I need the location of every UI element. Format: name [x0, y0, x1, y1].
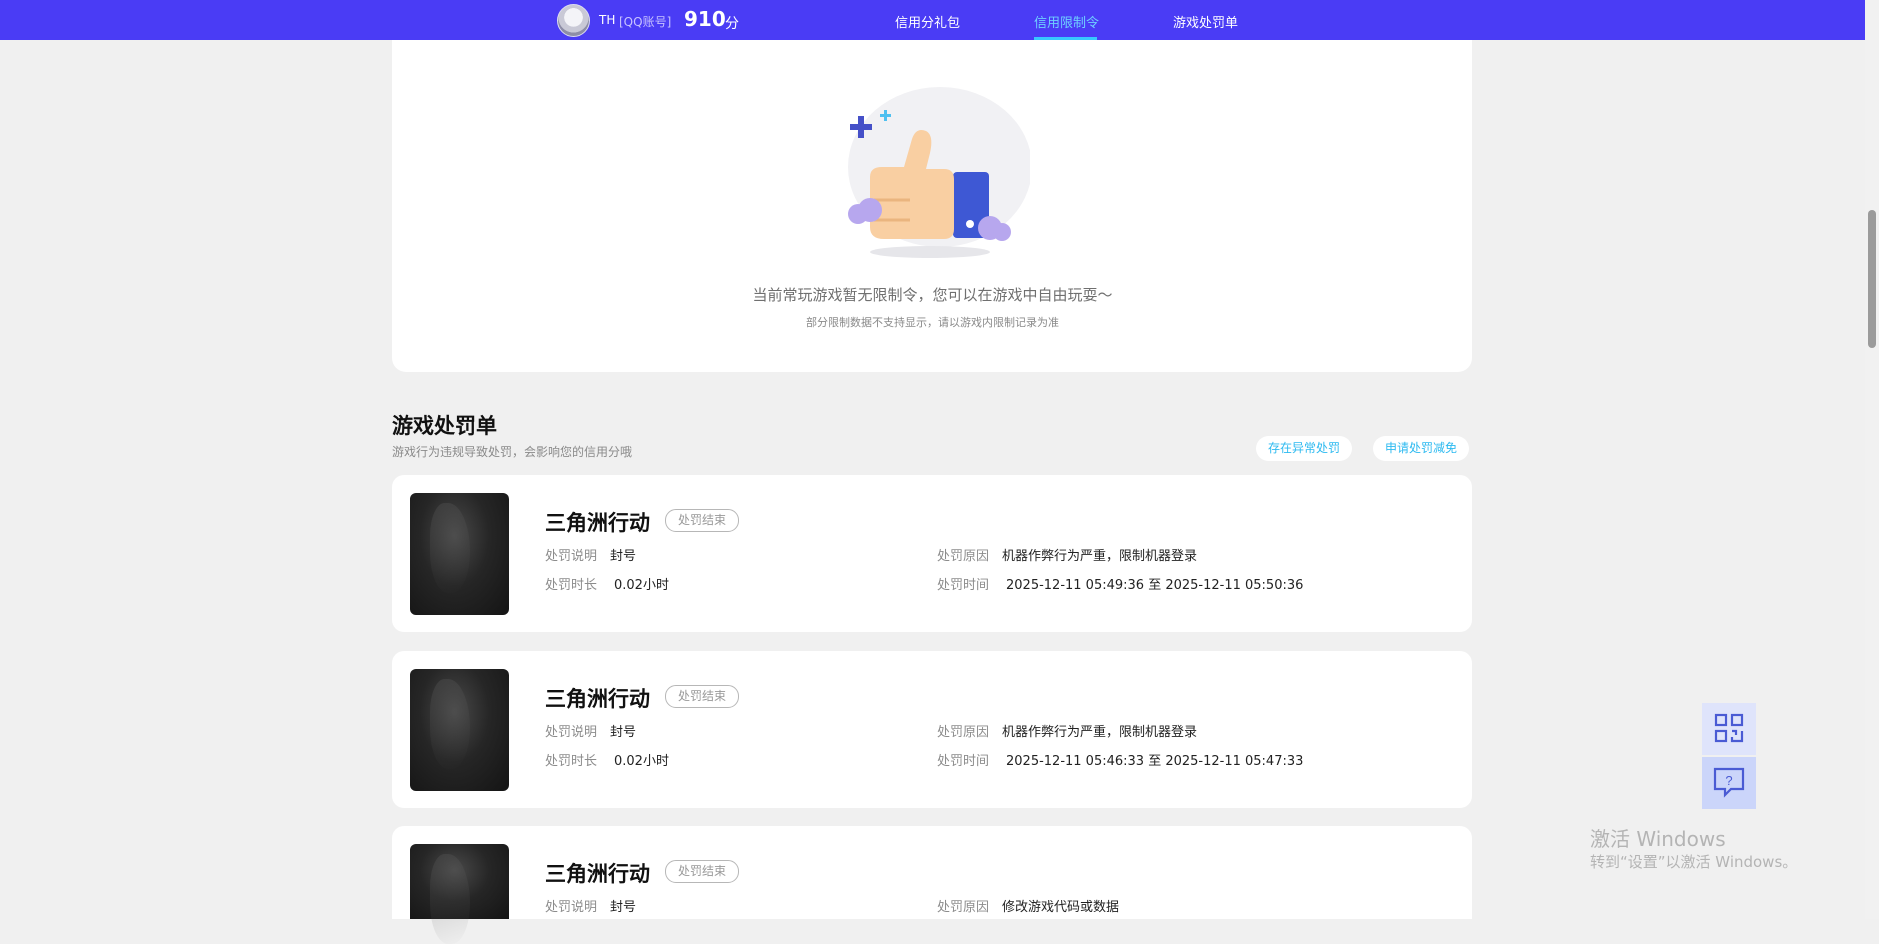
qr-code-button[interactable]	[1702, 703, 1756, 755]
penalty-desc-label: 处罚说明	[545, 725, 598, 740]
penalty-duration-label: 处罚时长	[545, 754, 598, 769]
tab-credit-restrictions[interactable]: 信用限制令	[1034, 12, 1099, 31]
windows-activation-hint: 转到“设置”以激活 Windows。	[1590, 853, 1798, 871]
username: TH	[599, 13, 616, 27]
empty-state-message: 当前常玩游戏暂无限制令，您可以在游戏中自由玩耍～	[752, 286, 1113, 304]
status-badge: 处罚结束	[665, 509, 740, 532]
status-badge: 处罚结束	[665, 685, 740, 708]
scrollbar-track[interactable]	[1865, 0, 1879, 919]
section-title: 游戏处罚单	[392, 414, 497, 438]
penalty-duration-value: 0.02小时	[614, 578, 669, 593]
penalty-card: 三角洲行动 处罚结束 处罚说明 封号 处罚时长 0.02小时 处罚原因 机器作弊…	[392, 651, 1472, 808]
feedback-icon: ?	[1713, 767, 1745, 798]
credit-score: 910	[684, 7, 726, 31]
penalty-time-value: 2025-12-11 05:49:36 至 2025-12-11 05:50:3…	[1006, 578, 1304, 593]
penalty-desc-label: 处罚说明	[545, 549, 598, 564]
credit-score-unit: 分	[725, 16, 739, 32]
penalty-reason-label: 处罚原因	[937, 549, 990, 564]
game-cover-image	[410, 493, 509, 615]
game-cover-image	[410, 669, 509, 791]
qr-code-icon	[1714, 713, 1744, 743]
account-type: [QQ账号]	[619, 15, 672, 29]
penalty-duration-label: 处罚时长	[545, 578, 598, 593]
scrollbar-thumb[interactable]	[1868, 210, 1876, 348]
penalty-time-value: 2025-12-11 05:46:33 至 2025-12-11 05:47:3…	[1006, 754, 1304, 769]
empty-state-note: 部分限制数据不支持显示，请以游戏内限制记录为准	[806, 316, 1059, 329]
status-badge: 处罚结束	[665, 860, 740, 883]
game-title: 三角洲行动	[545, 687, 650, 711]
penalty-reason-value: 机器作弊行为严重，限制机器登录	[1002, 549, 1198, 564]
penalty-card: 三角洲行动 处罚结束 处罚说明 封号 处罚原因 修改游戏代码或数据	[392, 826, 1472, 944]
penalty-card: 三角洲行动 处罚结束 处罚说明 封号 处罚时长 0.02小时 处罚原因 机器作弊…	[392, 475, 1472, 632]
penalty-desc-value: 封号	[610, 549, 637, 564]
avatar[interactable]	[557, 4, 590, 37]
penalty-time-label: 处罚时间	[937, 754, 990, 769]
penalty-reason-label: 处罚原因	[937, 725, 990, 740]
feedback-button[interactable]: ?	[1702, 757, 1756, 809]
penalty-time-label: 处罚时间	[937, 578, 990, 593]
windows-activation-title: 激活 Windows	[1590, 827, 1726, 851]
game-title: 三角洲行动	[545, 862, 650, 886]
apply-penalty-reduction-button[interactable]: 申请处罚减免	[1373, 436, 1470, 461]
penalty-reason-value: 修改游戏代码或数据	[1002, 900, 1120, 915]
svg-text:?: ?	[1725, 773, 1732, 788]
penalty-desc-label: 处罚说明	[545, 900, 598, 915]
penalty-desc-value: 封号	[610, 725, 637, 740]
penalty-reason-value: 机器作弊行为严重，限制机器登录	[1002, 725, 1198, 740]
tab-game-punishments[interactable]: 游戏处罚单	[1173, 12, 1238, 31]
section-subtitle: 游戏行为违规导致处罚，会影响您的信用分哦	[392, 445, 633, 459]
thumbs-up-illustration	[848, 87, 1030, 258]
penalty-reason-label: 处罚原因	[937, 900, 990, 915]
game-title: 三角洲行动	[545, 511, 650, 535]
penalty-duration-value: 0.02小时	[614, 754, 669, 769]
tab-credit-gifts[interactable]: 信用分礼包	[895, 12, 960, 31]
penalty-desc-value: 封号	[610, 900, 637, 915]
top-nav-bar: TH [QQ账号] 910 分 信用分礼包 信用限制令 游戏处罚单	[0, 0, 1865, 40]
report-abnormal-penalty-button[interactable]: 存在异常处罚	[1256, 436, 1353, 461]
game-cover-image	[410, 844, 509, 944]
